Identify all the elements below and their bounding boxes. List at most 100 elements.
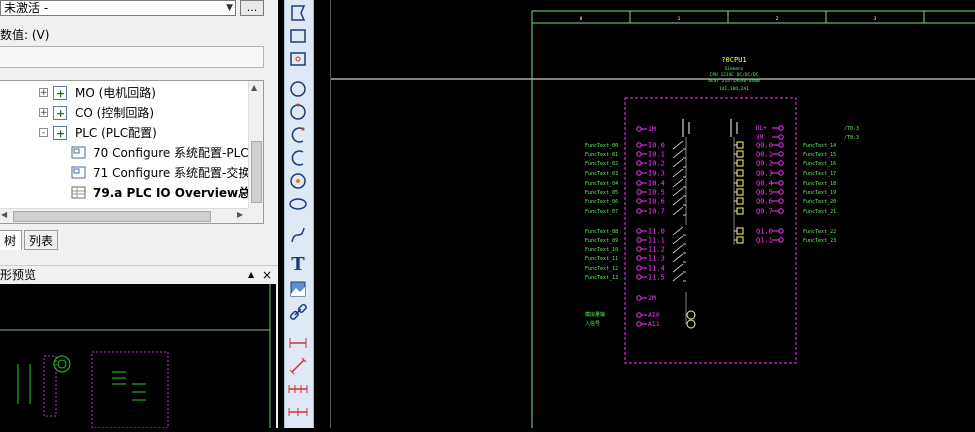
digital-outputs: Q0.0 FuncText_14 Q0.1 FuncText_15 Q0.2 FuncTe…	[734, 141, 836, 245]
dimension-diag-icon[interactable]	[287, 355, 309, 377]
input-address: I1.5	[648, 274, 665, 282]
output-address: Q1.0	[756, 228, 773, 236]
circle-icon[interactable]	[287, 78, 309, 100]
input-terminal[interactable]	[636, 180, 642, 186]
arc-icon[interactable]	[287, 124, 309, 146]
terminal-label-ai1: AI1	[648, 320, 660, 328]
rounded-rect-icon[interactable]	[287, 48, 309, 70]
tree-item-plc[interactable]: - PLC (PLC配置)	[0, 123, 249, 144]
input-address: I0.1	[648, 151, 665, 159]
input-terminal[interactable]	[636, 160, 642, 166]
output-relay	[736, 227, 744, 235]
terminal-ai0[interactable]	[636, 312, 642, 318]
input-switch	[672, 226, 684, 236]
browse-button[interactable]: ...	[240, 0, 264, 16]
schematic-drawing[interactable]: 0 1 2 3 ?0CPU1 Siemens CPU 1214C DC/DC/DC 6…	[331, 0, 975, 428]
text-tool-icon[interactable]: T	[287, 254, 309, 276]
input-terminal[interactable]	[636, 228, 642, 234]
circle-alt-icon[interactable]	[287, 101, 309, 123]
input-terminal[interactable]	[636, 142, 642, 148]
tree-item-page-79a[interactable]: 79.a PLC IO Overview总览	[0, 183, 262, 203]
dimension-chain-icon[interactable]	[287, 378, 309, 400]
tab-tree[interactable]: 树	[0, 230, 22, 250]
tree-item-mo[interactable]: + MO (电机回路)	[0, 83, 249, 104]
dimension-base-icon[interactable]	[287, 401, 309, 423]
folder-node-icon	[53, 104, 67, 124]
function-text-label: FuncText_03	[585, 171, 618, 177]
collapse-icon[interactable]: -	[39, 128, 48, 138]
output-terminal[interactable]	[778, 151, 784, 157]
terminal-1m[interactable]	[636, 126, 642, 132]
input-terminal[interactable]	[636, 274, 642, 280]
input-terminal[interactable]	[636, 151, 642, 157]
function-text-label: FuncText_12	[585, 266, 618, 272]
scroll-thumb[interactable]	[13, 211, 211, 222]
image-icon[interactable]	[287, 278, 309, 300]
link-icon[interactable]	[287, 301, 309, 323]
output-address: Q0.3	[756, 170, 773, 178]
output-terminal[interactable]	[778, 180, 784, 186]
output-address: Q0.2	[756, 160, 773, 168]
graphic-preview-header: 形预览 ▲ ×	[0, 265, 278, 284]
tab-list[interactable]: 列表	[24, 230, 58, 250]
tree-item-label: CO (控制回路)	[75, 106, 155, 120]
pin-icon[interactable]: ▲	[248, 266, 254, 284]
input-address: I1.0	[648, 228, 665, 236]
function-text-label: FuncText_10	[585, 247, 618, 253]
output-terminal[interactable]	[778, 170, 784, 176]
input-terminal[interactable]	[636, 189, 642, 195]
input-terminal[interactable]	[636, 265, 642, 271]
input-terminal[interactable]	[636, 198, 642, 204]
function-text-label: FuncText_13	[585, 275, 618, 281]
terminal-ai1[interactable]	[636, 321, 642, 327]
dimension-h-icon[interactable]	[287, 332, 309, 354]
ellipse-icon[interactable]	[287, 193, 309, 215]
input-terminal[interactable]	[636, 237, 642, 243]
folder-node-icon	[53, 84, 67, 104]
output-terminal[interactable]	[778, 160, 784, 166]
rectangle-icon[interactable]	[287, 25, 309, 47]
input-terminal[interactable]	[636, 170, 642, 176]
chevron-down-icon[interactable]: ▼	[226, 1, 233, 16]
drawing-canvas[interactable]: 0 1 2 3 ?0CPU1 Siemens CPU 1214C DC/DC/DC 6…	[330, 0, 975, 428]
input-switch	[672, 272, 684, 282]
close-icon[interactable]: ×	[262, 266, 272, 284]
output-relay	[736, 188, 744, 196]
tree-item-page-71[interactable]: 71 Configure 系统配置-交换	[0, 163, 250, 183]
expand-icon[interactable]: +	[39, 88, 48, 98]
polygon-icon[interactable]	[287, 2, 309, 24]
output-terminal[interactable]	[778, 142, 784, 148]
scroll-left-icon[interactable]: ◀	[1, 210, 7, 219]
output-terminal[interactable]	[778, 208, 784, 214]
output-terminal[interactable]	[778, 228, 784, 234]
value-input[interactable]	[0, 46, 264, 68]
digital-inputs: FuncText_00 I0.0 FuncText_01 I0.1 FuncText_0…	[585, 140, 686, 282]
tree-item-page-70[interactable]: 70 Configure 系统配置-PLC	[0, 143, 249, 163]
scroll-up-icon[interactable]: ▲	[251, 83, 257, 92]
output-relay	[736, 236, 744, 244]
output-terminal[interactable]	[778, 189, 784, 195]
input-address: I0.7	[648, 208, 665, 216]
tree-vertical-scrollbar[interactable]: ▲	[248, 81, 263, 223]
input-switch	[672, 196, 684, 206]
scroll-thumb[interactable]	[251, 141, 262, 203]
output-address: Q0.1	[756, 151, 773, 159]
scroll-right-icon[interactable]: ▶	[237, 210, 243, 219]
circle-3pt-icon[interactable]	[287, 170, 309, 192]
input-terminal[interactable]	[636, 246, 642, 252]
terminal-2m[interactable]	[636, 295, 642, 301]
output-terminal[interactable]	[778, 198, 784, 204]
input-terminal[interactable]	[636, 255, 642, 261]
function-text-label: FuncText_17	[803, 171, 836, 177]
output-terminal[interactable]	[778, 237, 784, 243]
status-dropdown[interactable]: 未激活 - ▼	[0, 0, 236, 16]
expand-icon[interactable]: +	[39, 108, 48, 118]
device-model: CPU 1214C DC/DC/DC	[710, 72, 759, 78]
function-text-label: FuncText_19	[803, 190, 836, 196]
spline-icon[interactable]	[287, 224, 309, 246]
arc-alt-icon[interactable]	[287, 147, 309, 169]
tree-horizontal-scrollbar[interactable]: ◀ ▶	[0, 208, 249, 223]
input-terminal[interactable]	[636, 208, 642, 214]
output-relay	[736, 141, 744, 149]
tree-item-co[interactable]: + CO (控制回路)	[0, 103, 249, 124]
